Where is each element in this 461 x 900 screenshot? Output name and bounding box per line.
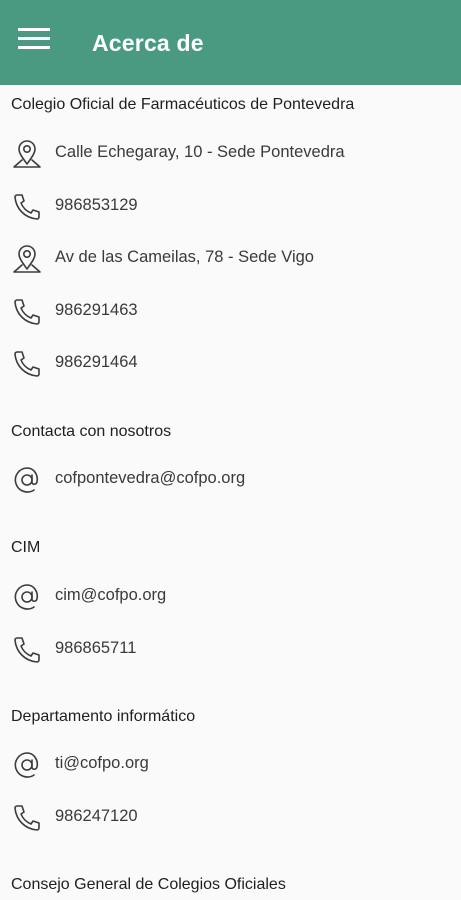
email-text: cim@cofpo.org [55,586,167,604]
section-title-cim: CIM [11,539,41,556]
email-text: ti@cofpo.org [55,754,149,772]
phone-pontevedra-row[interactable]: 986853129 [0,184,461,228]
phone-icon [10,633,44,667]
location-pin-icon [10,242,44,276]
page-title: Acerca de [92,30,204,56]
phone-icon [10,347,44,381]
phone-icon [10,295,44,329]
phone-icon [10,801,44,835]
email-text: cofpontevedra@cofpo.org [55,469,246,487]
address-pontevedra-row[interactable]: Calle Echegaray, 10 - Sede Pontevedra [0,131,461,175]
address-vigo-row[interactable]: Av de las Cameilas, 78 - Sede Vigo [0,236,461,280]
at-sign-icon [10,748,44,782]
phone-text: 986291464 [55,353,138,371]
phone-text: 986865711 [55,639,137,657]
section-title-informatico: Departamento informático [11,708,196,725]
phone-cim-row[interactable]: 986865711 [0,627,461,671]
app-bar: Acerca de [0,0,461,85]
phone-text: 986853129 [55,196,138,214]
at-sign-icon [10,463,44,497]
address-text: Av de las Cameilas, 78 - Sede Vigo [55,248,314,266]
hamburger-menu-icon[interactable] [14,24,58,60]
email-cim-row[interactable]: cim@cofpo.org [0,574,461,618]
location-pin-icon [10,137,44,171]
phone-ti-row[interactable]: 986247120 [0,795,461,839]
email-contacta-row[interactable]: cofpontevedra@cofpo.org [0,457,461,501]
phone-vigo-1-row[interactable]: 986291463 [0,289,461,333]
email-ti-row[interactable]: ti@cofpo.org [0,742,461,786]
phone-icon [10,190,44,224]
phone-text: 986291463 [55,301,138,319]
section-title-contacta: Contacta con nosotros [11,423,172,440]
address-text: Calle Echegaray, 10 - Sede Pontevedra [55,143,345,161]
phone-vigo-2-row[interactable]: 986291464 [0,341,461,385]
at-sign-icon [10,580,44,614]
phone-text: 986247120 [55,807,138,825]
section-title-colegio: Colegio Oficial de Farmacéuticos de Pont… [11,96,355,113]
section-title-consejo: Consejo General de Colegios Oficiales [11,876,286,893]
